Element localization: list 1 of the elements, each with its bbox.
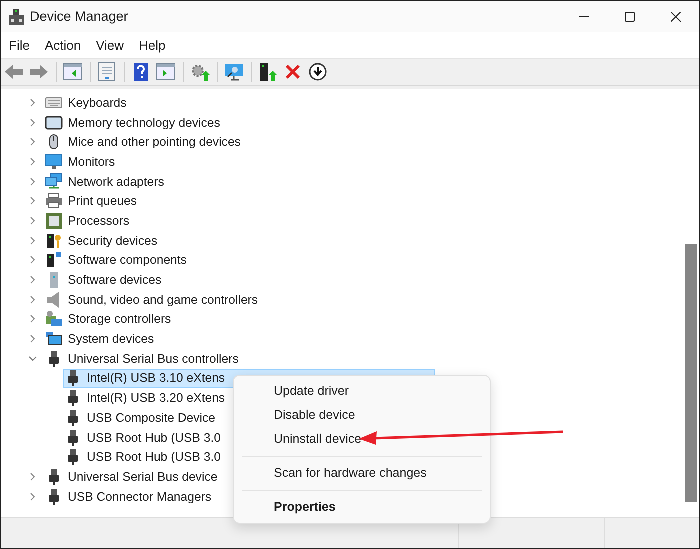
window-title: Device Manager	[30, 9, 128, 24]
